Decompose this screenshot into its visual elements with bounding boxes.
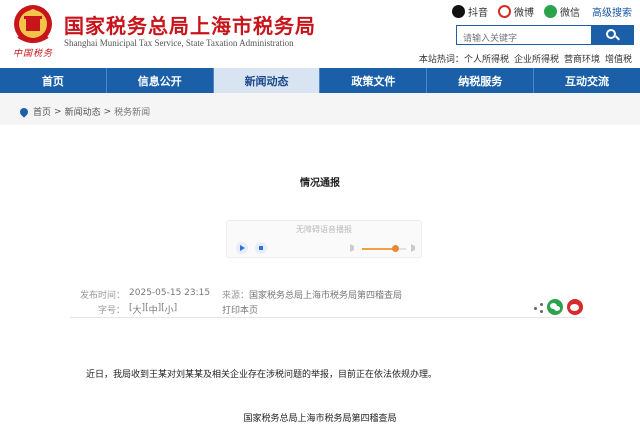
- weibo-label: 微博: [514, 8, 534, 19]
- hotwords-bar: 本站热词： 个人所得税 企业所得税 营商环境 增值税: [419, 52, 632, 65]
- breadcrumb: 首页 > 新闻动态 > 税务新闻: [18, 105, 150, 118]
- breadcrumb-separator: >: [103, 106, 112, 117]
- wechat-icon: [544, 5, 557, 18]
- volume-slider[interactable]: [362, 245, 406, 252]
- social-links: 抖音 微博 微信 高级搜索: [442, 4, 632, 19]
- audio-player-label: 无障碍语音播报: [296, 225, 352, 234]
- weibo-link[interactable]: 微博: [498, 4, 534, 19]
- breadcrumb-current[interactable]: 税务新闻: [114, 105, 150, 118]
- hotword-link[interactable]: 营商环境: [564, 52, 600, 65]
- fontsize-label: 字号：: [98, 306, 126, 316]
- fontsize-small[interactable]: 小: [165, 303, 174, 316]
- site-header: 中国税务 国家税务总局上海市税务局 Shanghai Municipal Tax…: [0, 0, 640, 68]
- hotword-link[interactable]: 个人所得税: [464, 52, 509, 65]
- advanced-search-link[interactable]: 高级搜索: [592, 4, 632, 19]
- publish-label: 发布时间：: [80, 291, 126, 301]
- article-meta: 发布时间： 2025-05-15 23:15 来源： 国家税务总局上海市税务局第…: [70, 285, 585, 318]
- nav-tax-service[interactable]: 纳税服务: [427, 68, 535, 93]
- nav-home[interactable]: 首页: [0, 68, 107, 93]
- weibo-icon: [498, 5, 511, 18]
- share-icon[interactable]: [534, 303, 544, 313]
- nav-news[interactable]: 新闻动态: [213, 68, 321, 93]
- location-pin-icon: [18, 105, 30, 118]
- volume-max-icon[interactable]: [411, 244, 417, 252]
- douyin-icon: [452, 5, 465, 18]
- hotwords-label: 本站热词：: [418, 55, 464, 65]
- fontsize-large[interactable]: 大: [133, 303, 142, 316]
- article-signature: 国家税务总局上海市税务局第四稽查局: [243, 414, 397, 424]
- breadcrumb-home[interactable]: 首页: [33, 105, 51, 118]
- stop-icon[interactable]: [255, 242, 267, 254]
- nav-policy-documents[interactable]: 政策文件: [320, 68, 428, 93]
- wechat-share-icon[interactable]: [547, 299, 563, 315]
- search-input[interactable]: [457, 30, 593, 48]
- article-source: 国家税务总局上海市税务局第四稽查局: [249, 291, 403, 301]
- breadcrumb-separator: >: [54, 106, 62, 117]
- wechat-label: 微信: [560, 8, 580, 19]
- audio-player: 无障碍语音播报: [226, 220, 422, 258]
- volume-icon[interactable]: [350, 244, 356, 252]
- volume-knob[interactable]: [392, 245, 399, 252]
- source-label: 来源：: [222, 291, 250, 301]
- nav-info-disclosure[interactable]: 信息公开: [107, 68, 214, 93]
- fontsize-medium[interactable]: 中: [149, 303, 158, 316]
- hotword-link[interactable]: 企业所得税: [514, 52, 559, 65]
- article-content: 情况通报 无障碍语音播报 发布时间： 2025-05-15 23:15 来源： …: [0, 125, 640, 435]
- douyin-label: 抖音: [468, 8, 488, 19]
- print-link[interactable]: 打印本页: [222, 303, 258, 316]
- publish-time: 2025-05-15 23:15: [129, 288, 211, 298]
- search-button[interactable]: [591, 26, 633, 44]
- wechat-link[interactable]: 微信: [544, 4, 580, 19]
- emblem-lettering: 中国税务: [13, 49, 54, 59]
- breadcrumb-bar: 首页 > 新闻动态 > 税务新闻: [0, 93, 640, 125]
- article-body: 近日，我局收到王某对刘某某及相关企业存在涉税问题的举报，目前正在依法依规办理。: [86, 370, 438, 380]
- douyin-link[interactable]: 抖音: [452, 4, 488, 19]
- breadcrumb-news[interactable]: 新闻动态: [65, 105, 101, 118]
- site-title[interactable]: 国家税务总局上海市税务局: [64, 10, 316, 39]
- main-nav: 首页 信息公开 新闻动态 政策文件 纳税服务 互动交流: [0, 68, 640, 93]
- play-icon[interactable]: [236, 242, 248, 254]
- search-box: [456, 25, 634, 48]
- volume-fill: [362, 248, 395, 250]
- hotword-link[interactable]: 增值税: [605, 52, 632, 65]
- site-subtitle: Shanghai Municipal Tax Service, State Ta…: [64, 38, 294, 48]
- search-icon: [606, 29, 616, 39]
- nav-interaction[interactable]: 互动交流: [534, 68, 640, 93]
- tax-emblem-icon: [14, 5, 52, 43]
- weibo-share-icon[interactable]: [567, 299, 583, 315]
- article-title: 情况通报: [300, 178, 340, 189]
